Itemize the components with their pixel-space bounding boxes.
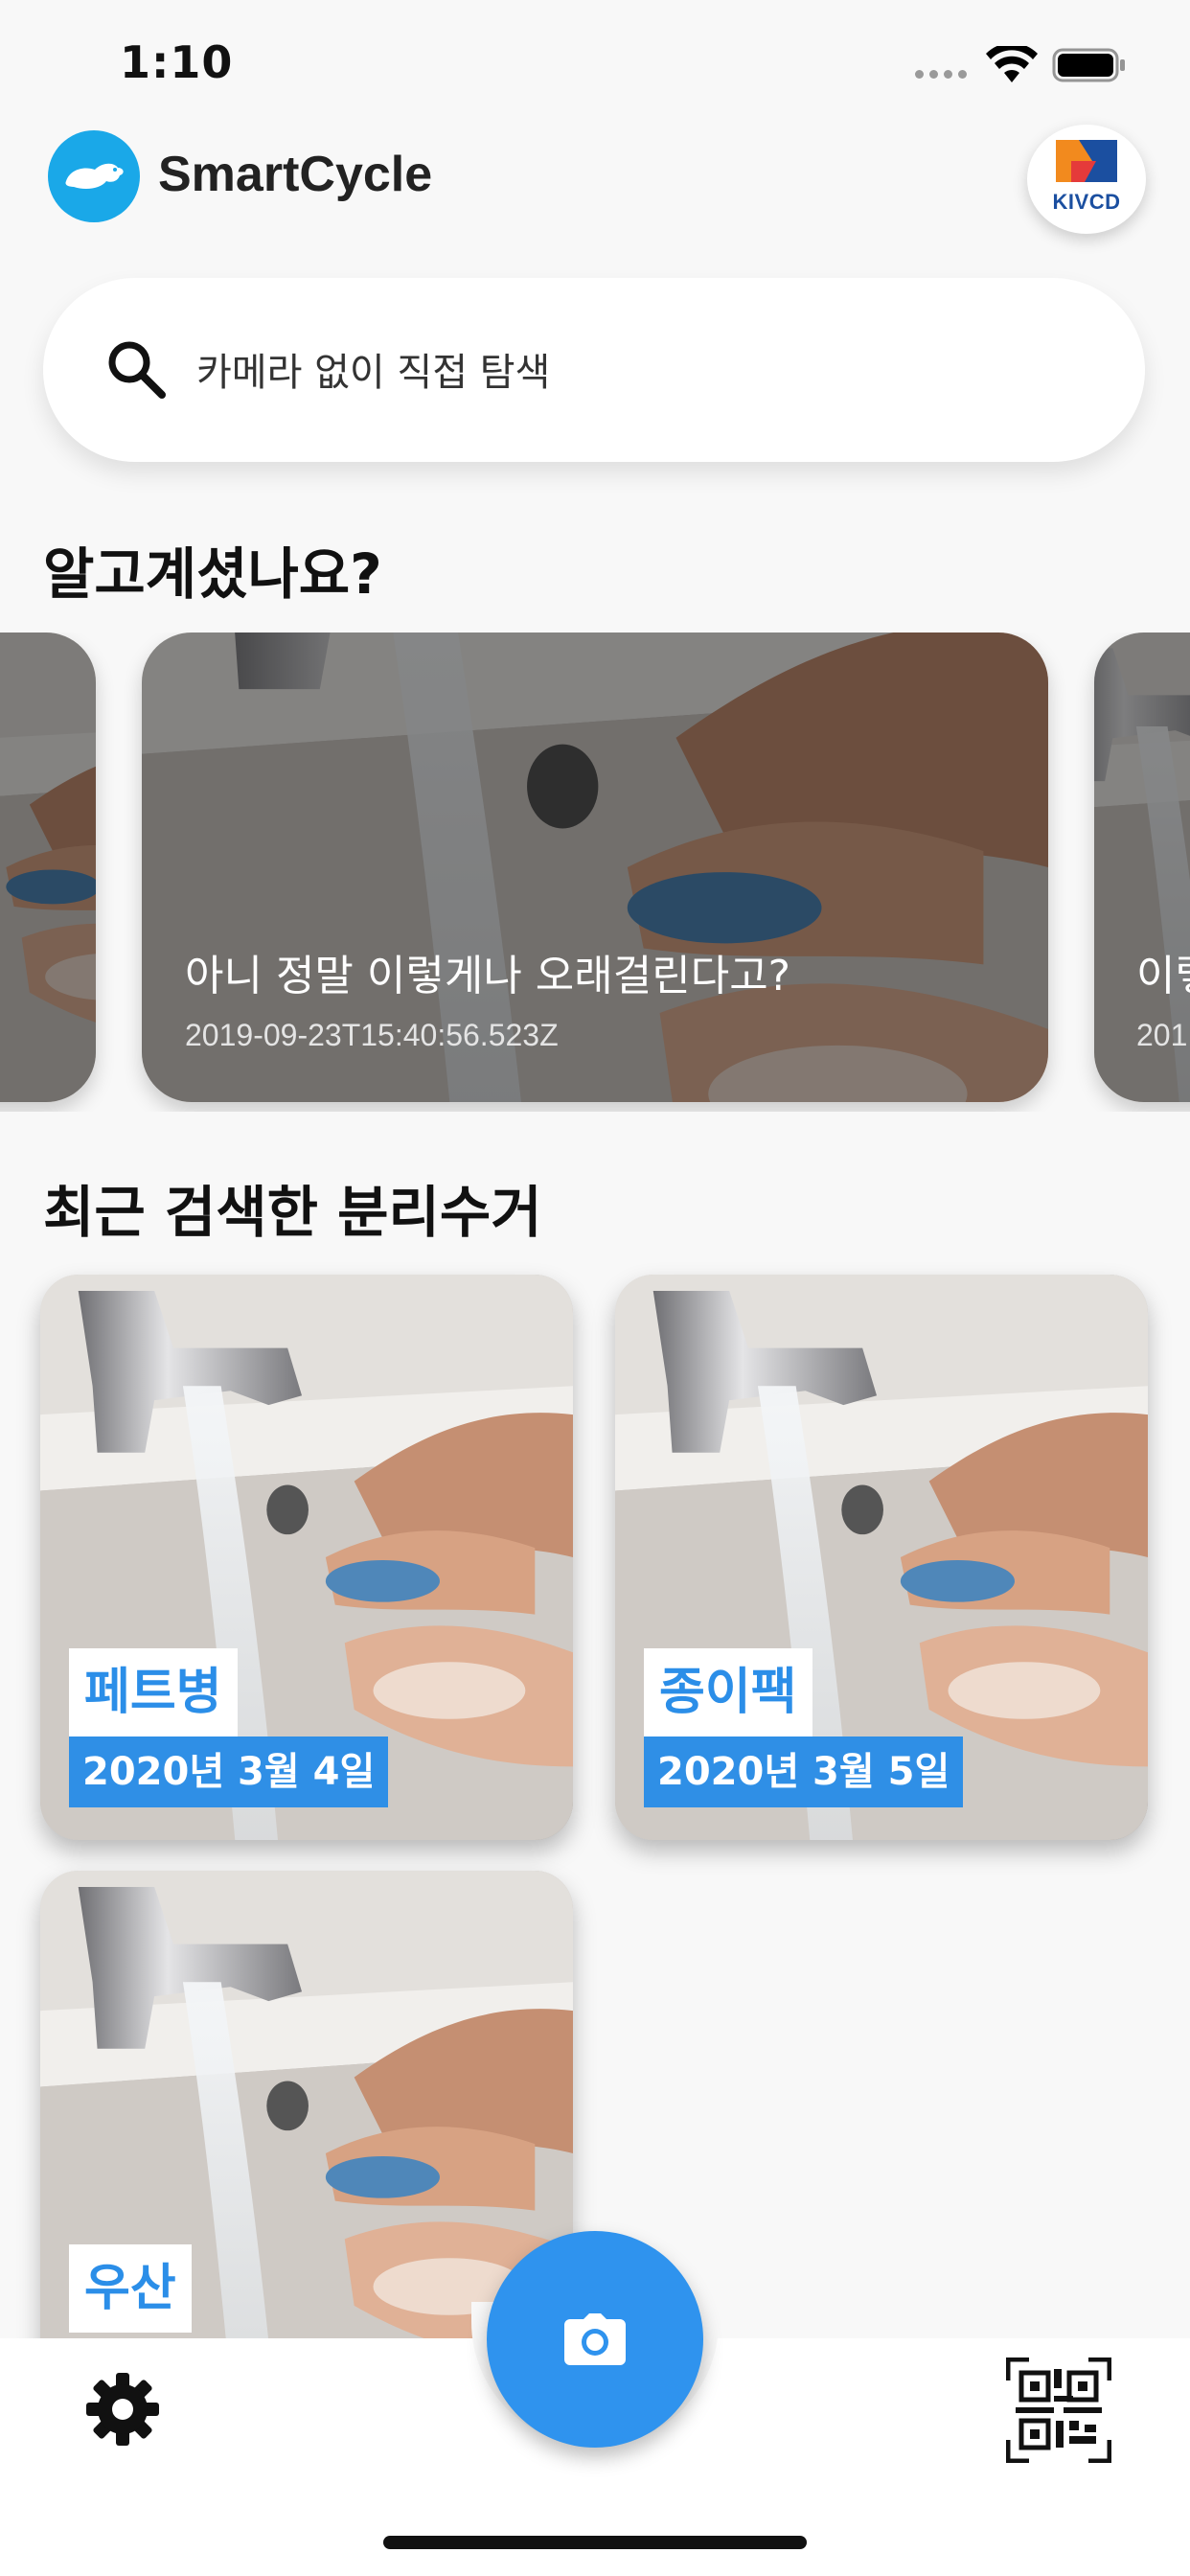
recent-searches-heading: 최근 검색한 분리수거 [43, 1180, 542, 1245]
otter-logo-icon [48, 130, 140, 222]
item-name: 페트병 [69, 1648, 238, 1736]
search-placeholder: 카메라 없이 직접 탐색 [196, 351, 551, 395]
search-bar[interactable]: 카메라 없이 직접 탐색 [43, 278, 1145, 462]
app-title: SmartCycle [158, 147, 433, 202]
kivcd-logo-icon [1056, 140, 1117, 182]
partner-logo[interactable]: KIVCD [1027, 125, 1146, 234]
card-date: 201 [1136, 1018, 1188, 1052]
status-bar: 1:10 [0, 0, 1190, 125]
qr-code-icon[interactable] [1006, 2358, 1111, 2463]
signal-icon [915, 70, 971, 80]
tip-card[interactable]: 아니 정말 이렇게나 오래걸린다고? 2019-09-23T15:40:56.5… [142, 632, 1048, 1102]
camera-icon [564, 2313, 626, 2365]
partner-logo-text: KIVCD [1052, 190, 1121, 214]
card-date: 2019-09-23T15:40:56.523Z [185, 1018, 559, 1052]
recent-item[interactable]: 종이팩 2020년 3월 5일 [615, 1275, 1148, 1840]
status-time: 1:10 [120, 36, 234, 88]
search-icon [108, 341, 166, 399]
home-indicator [383, 2536, 807, 2549]
tip-card[interactable] [0, 632, 96, 1102]
card-title: 이렇 [1136, 952, 1190, 1000]
camera-button[interactable] [487, 2231, 703, 2448]
did-you-know-carousel[interactable]: 아니 정말 이렇게나 오래걸린다고? 2019-09-23T15:40:56.5… [0, 632, 1190, 1112]
item-name: 우산 [69, 2244, 192, 2333]
item-name: 종이팩 [644, 1648, 812, 1736]
item-date: 2020년 3월 5일 [644, 1736, 964, 1807]
battery-icon [1052, 48, 1125, 82]
app-header: SmartCycle KIVCD [0, 125, 1190, 240]
tip-card[interactable]: 이렇 201 [1094, 632, 1190, 1102]
recent-item[interactable]: 페트병 2020년 3월 4일 [40, 1275, 573, 1840]
item-date: 2020년 3월 4일 [69, 1736, 389, 1807]
did-you-know-heading: 알고계셨나요? [43, 541, 382, 607]
wifi-icon [986, 46, 1038, 82]
card-title: 아니 정말 이렇게나 오래걸린다고? [185, 952, 791, 1000]
gear-icon[interactable] [84, 2371, 161, 2448]
